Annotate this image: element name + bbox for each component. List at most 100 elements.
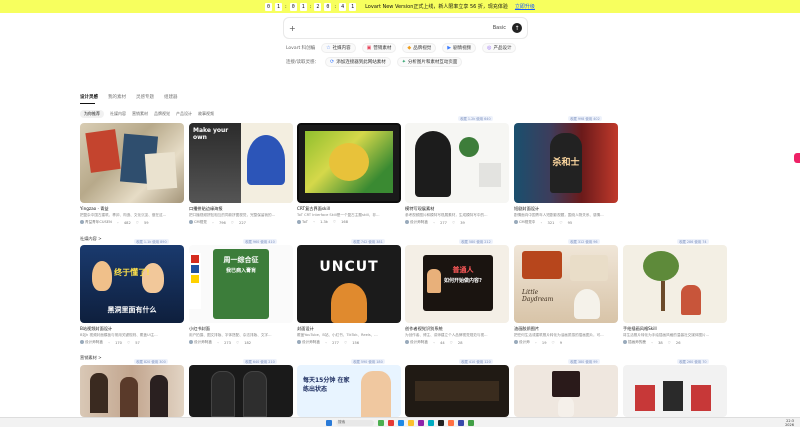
- card-views: 170: [115, 340, 122, 345]
- chip-connector[interactable]: ⟳ 添加连接器到此网站素材: [325, 57, 391, 67]
- card-item[interactable]: [405, 365, 509, 417]
- heart-icon: ♡: [551, 340, 555, 345]
- avatar: [80, 220, 84, 224]
- person-photo: [90, 373, 108, 413]
- card-thumbnail: UNCUT: [297, 245, 401, 323]
- mode-selector[interactable]: Basic: [493, 25, 506, 31]
- card-meta: 插画师的鹿 ◦ 38 ♡ 26: [623, 340, 727, 345]
- active-tab-underline: [80, 103, 95, 104]
- diamond-icon: ◆: [407, 45, 412, 51]
- section-title-marketing[interactable]: 营销素材 >: [80, 355, 102, 361]
- send-button[interactable]: ↑: [512, 23, 522, 33]
- card-item[interactable]: CRT复古界面skill ToT CRT Interface Skill是一个复…: [297, 123, 401, 224]
- heart-icon: ♡: [230, 220, 235, 225]
- card-meta: 设计师 ◦ 19 ♡ 9: [514, 340, 618, 345]
- card-item[interactable]: [623, 365, 727, 417]
- start-icon[interactable]: [326, 419, 332, 426]
- taskbar-search[interactable]: 搜索: [336, 419, 374, 426]
- heart-icon: ♡: [126, 340, 131, 345]
- card-author: 设计师阿鑫: [410, 340, 428, 344]
- app-icon[interactable]: [418, 419, 424, 426]
- connector-label: 连接/读取灵感：: [286, 60, 320, 65]
- card-item[interactable]: Make your own 口播拼贴边缘海报 把口播视频拼贴相互的同款拼图视觉，…: [189, 123, 293, 225]
- floating-side-button[interactable]: [794, 153, 800, 163]
- app-icon[interactable]: [428, 419, 434, 426]
- chip-product[interactable]: ◎ 产品设计: [482, 43, 517, 53]
- tab-topics[interactable]: 灵感专题: [136, 94, 154, 100]
- food-photo: [522, 251, 562, 279]
- card-item[interactable]: [514, 365, 618, 417]
- heart-icon: ♡: [667, 340, 671, 345]
- avatar: [80, 340, 84, 344]
- suggestion-label: Lovart 科创编: [286, 46, 316, 51]
- card-description: 把复杂中国古建筑、榫卯、构造、文化沉淀、做在这...: [80, 213, 167, 217]
- tab-story-video[interactable]: 故事视频: [198, 111, 214, 117]
- app-icon[interactable]: [398, 419, 404, 426]
- chip-social[interactable]: ☆ 社媒内容: [321, 43, 356, 53]
- app-icon[interactable]: [378, 419, 384, 426]
- add-attachment-icon[interactable]: +: [289, 24, 296, 33]
- card-description: B站h 视频封面模板与常用关键规则、覆盖UI主...: [80, 333, 158, 337]
- tab-product[interactable]: 产品设计: [176, 111, 192, 117]
- section-title-social[interactable]: 社媒内容 >: [80, 236, 102, 242]
- card-item[interactable]: Yingzao · 青益 把复杂中国古建筑、榫卯、构造、文化沉淀、做在这... …: [80, 123, 184, 225]
- card-title: 口播拼贴边缘海报: [189, 206, 223, 211]
- heart-icon: ♡: [559, 220, 563, 225]
- card-item[interactable]: 模特写现展素材 参考视频图片和模特写现展素材，生成模特写中的... 设计师阿鑫 ◦…: [405, 123, 509, 225]
- prompt-input[interactable]: + Basic ↑: [283, 17, 528, 39]
- app-icon[interactable]: [438, 419, 444, 426]
- card-item[interactable]: Little Daydream 油画胶质图片 把任何生活或建筑照片转化为油画质感…: [514, 245, 618, 345]
- upgrade-link[interactable]: 立即升级: [515, 3, 535, 10]
- tree-trunk: [661, 281, 665, 311]
- chip-marketing[interactable]: ▣ 营销素材: [361, 43, 397, 53]
- card-thumbnail: 终于懂了! 黑洞里面有什么: [80, 245, 184, 323]
- card-views: 482: [123, 220, 131, 225]
- card-stats: 收藏 590 使用 180: [351, 359, 385, 364]
- chip-brand[interactable]: ◆ 品牌视觉: [402, 43, 437, 53]
- card-likes: 39: [460, 220, 465, 225]
- folder-icon[interactable]: [408, 419, 414, 426]
- chip-label: 品牌视觉: [413, 46, 432, 51]
- card-title: B站视频封面设计: [80, 326, 113, 331]
- card-item[interactable]: 手绘插画风格Skill 将生活照片转化为手绘插画风格的温馨社交媒体图片... 插…: [623, 245, 727, 345]
- tab-brand[interactable]: 品牌视觉: [154, 111, 170, 117]
- person-illustration: [681, 285, 701, 315]
- avatar: [189, 220, 193, 224]
- tab-marketing[interactable]: 营销素材: [132, 111, 148, 117]
- chip-video[interactable]: ▶ 剧情视频: [442, 43, 477, 53]
- tab-my-assets[interactable]: 我的素材: [108, 94, 126, 100]
- card-item[interactable]: [80, 365, 184, 417]
- poster-title: 杀和士: [552, 158, 580, 168]
- card-item[interactable]: 杀和士 短剧封面设计 剧情面向中国青年人短剧影视题，围绕人物关系、感情... C…: [514, 123, 618, 225]
- app-icon[interactable]: [468, 419, 474, 426]
- card-title: 小红书封面: [189, 326, 210, 331]
- card-item[interactable]: 周一综合征 我已病入膏肓 小红书封面 用户拍摄、图文排版、字体搭配、杂志排版、文…: [189, 245, 293, 345]
- chip-label: 营销素材: [373, 46, 392, 51]
- collage-image: [85, 129, 121, 173]
- card-title: 创作者视觉识别系统: [405, 326, 443, 331]
- card-item[interactable]: UNCUT 封面设计 覆盖YouTube、B站、小红书、TikTok、Reels…: [297, 245, 401, 345]
- clock-date: 2026: [785, 423, 794, 427]
- app-icon[interactable]: [448, 419, 454, 426]
- card-item[interactable]: [189, 365, 293, 417]
- card-item[interactable]: 终于懂了! 黑洞里面有什么 B站视频封面设计 B站h 视频封面模板与常用关键规则…: [80, 245, 184, 345]
- card-thumbnail: 普通人 如何开始做内容?: [405, 245, 509, 323]
- system-clock[interactable]: 22:3 2026: [785, 419, 794, 427]
- card-likes: 95: [567, 220, 573, 225]
- tab-social[interactable]: 社媒内容: [110, 111, 126, 117]
- tab-recommended[interactable]: 为你推荐: [80, 110, 104, 118]
- tab-components[interactable]: 组建器: [164, 94, 178, 100]
- heart-icon: ♡: [235, 340, 240, 345]
- app-icon[interactable]: [388, 419, 394, 426]
- cover-subline: 如何开始做内容?: [444, 278, 482, 284]
- card-title: 模特写现展素材: [405, 206, 435, 211]
- card-thumbnail: 杀和士: [514, 123, 618, 203]
- card-item[interactable]: 普通人 如何开始做内容? 创作者视觉识别系统 为创作者、博主、讲师建立个人品牌视…: [405, 245, 509, 345]
- avatar: [514, 220, 518, 224]
- chip-analyze[interactable]: ✦ 分析图片和素材互动页面: [396, 57, 463, 67]
- card-thumbnail: Make your own: [189, 123, 293, 203]
- app-icon[interactable]: [458, 419, 464, 426]
- card-thumbnail: Little Daydream: [514, 245, 618, 323]
- card-item[interactable]: 每天15分钟 在家练出状态: [297, 365, 401, 417]
- tab-inspiration[interactable]: 设计灵感: [80, 94, 98, 100]
